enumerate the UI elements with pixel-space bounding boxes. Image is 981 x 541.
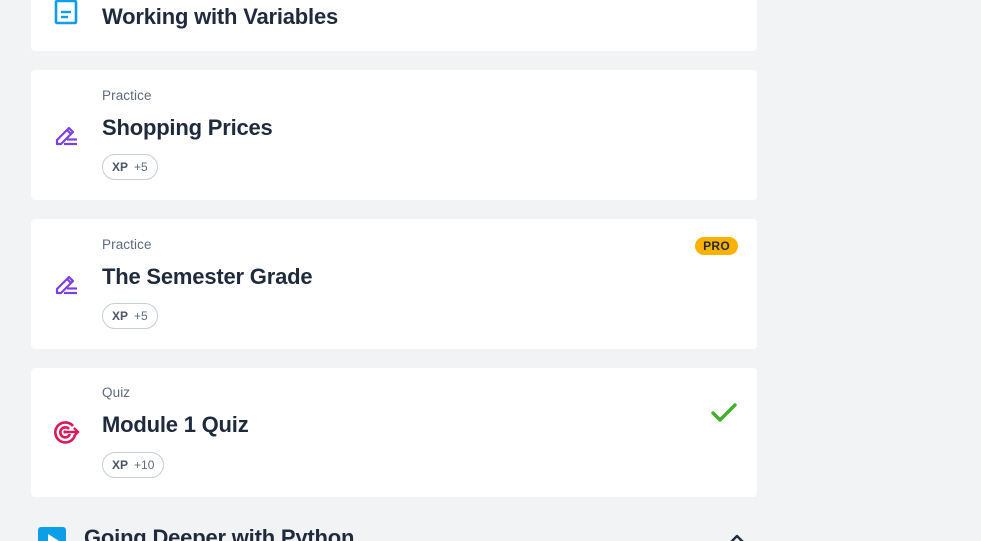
exercise-type-label: Practice xyxy=(102,237,152,252)
lesson-title: The Semester Grade xyxy=(102,264,313,289)
exercise-type-label: Practice xyxy=(102,88,152,103)
lesson-card-module-1-quiz[interactable]: Quiz Module 1 Quiz XP +10 xyxy=(31,368,757,497)
play-icon xyxy=(38,527,66,541)
xp-value: +5 xyxy=(134,309,148,323)
target-icon xyxy=(51,417,81,447)
chapter-header-going-deeper[interactable]: Going Deeper with Python xyxy=(38,525,758,541)
xp-value: +5 xyxy=(134,160,148,174)
exercise-type-label: Quiz xyxy=(102,385,131,400)
xp-value: +10 xyxy=(134,458,155,472)
pencil-icon xyxy=(51,268,81,298)
course-outline: Working with Variables Practice Shopping… xyxy=(0,0,981,541)
lesson-card-semester-grade[interactable]: Practice PRO The Semester Grade XP +5 xyxy=(31,219,757,349)
xp-badge: XP +10 xyxy=(102,452,165,478)
pencil-icon xyxy=(51,119,81,149)
xp-badge: XP +5 xyxy=(102,303,158,329)
xp-label: XP xyxy=(112,458,129,472)
xp-badge: XP +5 xyxy=(102,154,158,180)
lesson-title: Module 1 Quiz xyxy=(102,412,249,437)
document-icon xyxy=(51,0,81,28)
lesson-card-working-with-variables[interactable]: Working with Variables xyxy=(31,0,757,51)
lesson-title: Shopping Prices xyxy=(102,115,273,140)
chevron-up-icon[interactable] xyxy=(728,531,746,541)
chapter-title: Going Deeper with Python xyxy=(84,525,355,541)
lesson-card-shopping-prices[interactable]: Practice Shopping Prices XP +5 xyxy=(31,70,757,200)
xp-label: XP xyxy=(112,309,129,323)
checkmark-icon xyxy=(710,399,738,427)
lesson-title: Working with Variables xyxy=(102,4,339,29)
pro-badge: PRO xyxy=(695,237,738,255)
xp-label: XP xyxy=(112,160,129,174)
